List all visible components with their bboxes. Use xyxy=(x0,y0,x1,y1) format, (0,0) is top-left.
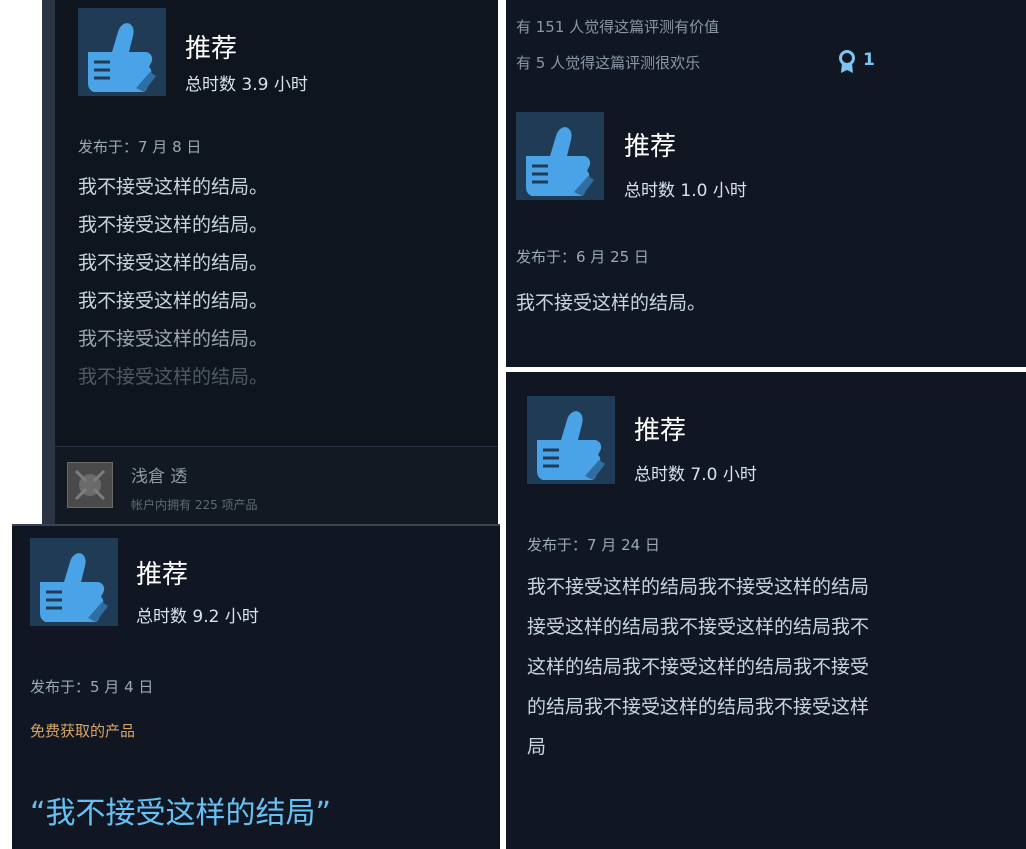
recommendation-label: 推荐 xyxy=(634,416,687,446)
review-side-rail xyxy=(42,0,55,524)
review-quote: “我不接受这样的结局” xyxy=(30,796,332,831)
posted-date: 发布于：7 月 8 日 xyxy=(78,138,202,156)
review-text-line: 我不接受这样的结局。 xyxy=(78,214,269,236)
author-name[interactable]: 浅倉 透 xyxy=(131,462,187,487)
author-block[interactable]: 浅倉 透 帐户内拥有 225 项产品 xyxy=(55,448,498,524)
award-ribbon-icon[interactable] xyxy=(836,50,858,78)
free-product-label: 免费获取的产品 xyxy=(30,722,136,740)
thumbs-up-icon[interactable] xyxy=(516,112,604,200)
review-card-top-right: 有 151 人觉得这篇评测有价值 有 5 人觉得这篇评测很欢乐 1 推荐 总时数… xyxy=(506,0,1026,367)
review-text-line: 接受这样的结局我不接受这样的结局我不 xyxy=(527,616,870,638)
review-text-line: 局 xyxy=(527,736,547,758)
review-card-bottom-right: 推荐 总时数 7.0 小时 发布于：7 月 24 日 我不接受这样的结局我不接受… xyxy=(506,372,1026,849)
award-count: 1 xyxy=(863,50,875,70)
divider xyxy=(55,446,498,447)
helpful-count: 有 151 人觉得这篇评测有价值 xyxy=(516,18,720,36)
review-text-line: 我不接受这样的结局。 xyxy=(78,252,269,274)
user-avatar[interactable] xyxy=(67,462,113,508)
recommendation-label: 推荐 xyxy=(136,560,189,590)
funny-count: 有 5 人觉得这篇评测很欢乐 xyxy=(516,54,701,72)
review-text: 我不接受这样的结局。 xyxy=(516,292,707,314)
posted-date: 发布于：7 月 24 日 xyxy=(527,536,660,554)
recommendation-label: 推荐 xyxy=(624,132,677,162)
hours-played: 总时数 9.2 小时 xyxy=(136,607,259,627)
review-text-line: 我不接受这样的结局。 xyxy=(78,366,269,388)
review-text-line: 我不接受这样的结局。 xyxy=(78,290,269,312)
hours-played: 总时数 3.9 小时 xyxy=(185,75,308,95)
recommendation-label: 推荐 xyxy=(185,34,238,64)
hours-played: 总时数 1.0 小时 xyxy=(624,181,747,201)
review-text-line: 这样的结局我不接受这样的结局我不接受 xyxy=(527,656,870,678)
thumbs-up-icon[interactable] xyxy=(78,8,166,96)
posted-date: 发布于：6 月 25 日 xyxy=(516,248,649,266)
review-text-line: 我不接受这样的结局我不接受这样的结局 xyxy=(527,576,870,598)
review-card-bottom-left: 推荐 总时数 9.2 小时 发布于：5 月 4 日 免费获取的产品 “我不接受这… xyxy=(12,524,500,849)
thumbs-up-icon[interactable] xyxy=(527,396,615,484)
review-text-line: 我不接受这样的结局。 xyxy=(78,328,269,350)
posted-date: 发布于：5 月 4 日 xyxy=(30,678,154,696)
review-text-line: 的结局我不接受这样的结局我不接受这样 xyxy=(527,696,870,718)
author-products-count: 帐户内拥有 225 项产品 xyxy=(131,498,258,512)
hours-played: 总时数 7.0 小时 xyxy=(634,465,757,485)
review-card-top-left: 推荐 总时数 3.9 小时 发布于：7 月 8 日 我不接受这样的结局。 我不接… xyxy=(42,0,498,524)
thumbs-up-icon[interactable] xyxy=(30,538,118,626)
review-text-line: 我不接受这样的结局。 xyxy=(78,176,269,198)
